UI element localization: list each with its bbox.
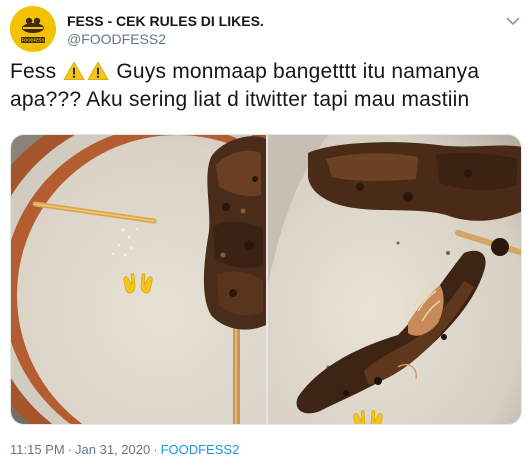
tweet-time[interactable]: 11:15 PM — [10, 442, 65, 457]
photo-right[interactable] — [268, 135, 521, 424]
tweet-date[interactable]: Jan 31, 2020 — [75, 442, 150, 457]
tweet-source-link[interactable]: FOODFESS2 — [161, 442, 240, 457]
foodfess-logo: FOODFESS — [10, 6, 56, 52]
tweet-header: FOODFESS FESS - CEK RULES DI LIKES. @FOO… — [10, 6, 522, 54]
tweet-text-part1: Fess — [10, 60, 63, 83]
display-name[interactable]: FESS - CEK RULES DI LIKES. — [67, 12, 487, 30]
account-info[interactable]: FESS - CEK RULES DI LIKES. @FOODFESS2 — [67, 12, 487, 48]
warning-icon — [63, 61, 85, 81]
warning-icon — [87, 61, 109, 81]
tweet-meta: 11:15 PM · Jan 31, 2020 · FOODFESS2 — [10, 441, 239, 459]
meta-separator: · — [67, 442, 73, 457]
avatar[interactable]: FOODFESS — [10, 6, 56, 52]
meta-separator: · — [153, 442, 158, 457]
tweet-media[interactable] — [10, 134, 522, 425]
photo-left[interactable] — [11, 135, 266, 424]
avatar-logo-text: FOODFESS — [21, 38, 44, 43]
chevron-down-icon[interactable] — [504, 12, 522, 30]
tweet-text: Fess Guys monmaap bangetttt itu namanya … — [10, 58, 520, 114]
tweet-card[interactable]: FOODFESS FESS - CEK RULES DI LIKES. @FOO… — [0, 0, 532, 467]
user-handle[interactable]: @FOODFESS2 — [67, 30, 487, 48]
